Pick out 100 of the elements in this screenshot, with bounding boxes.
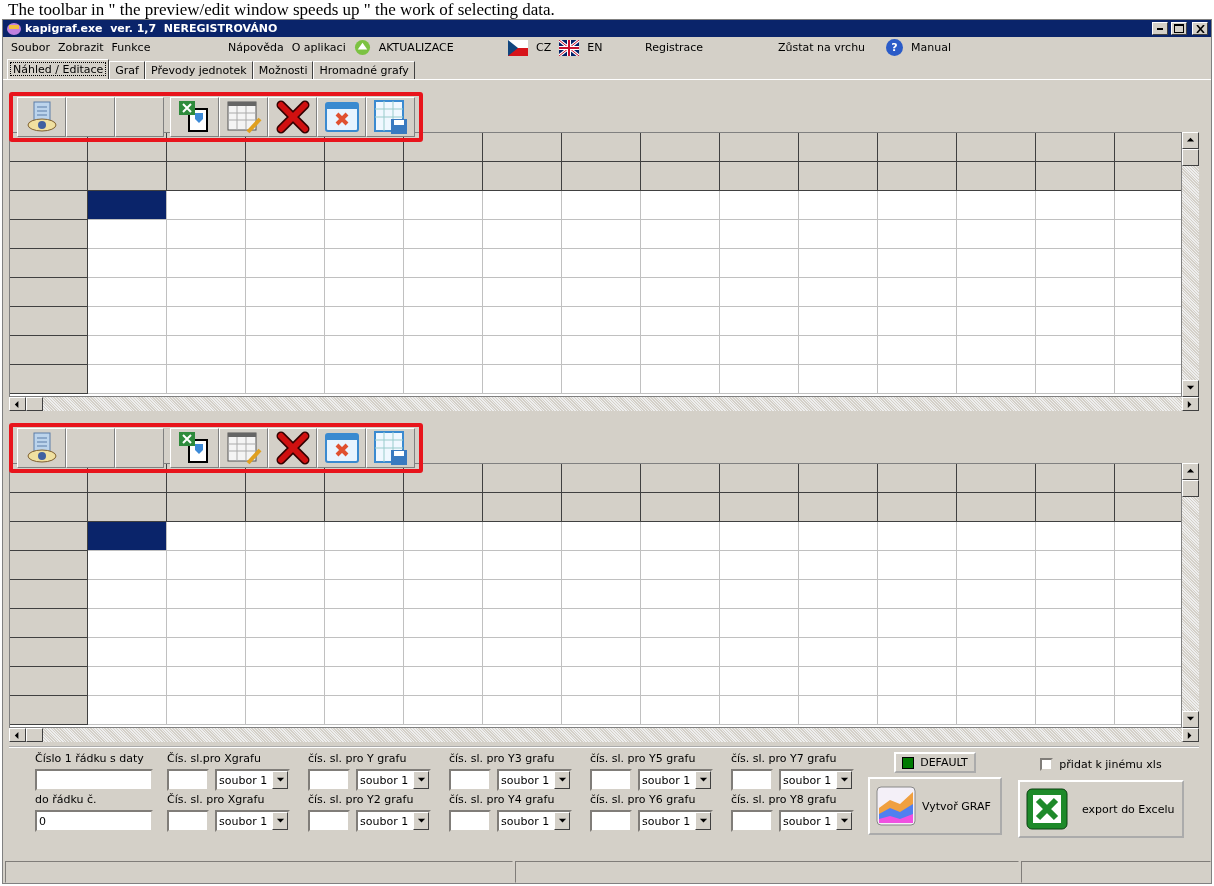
grid-cell[interactable] bbox=[562, 336, 641, 365]
grid-cell[interactable] bbox=[167, 522, 246, 551]
grid-cell[interactable] bbox=[1036, 365, 1115, 394]
grid-cell[interactable] bbox=[720, 667, 799, 696]
file-dropdown[interactable]: soubor 1 bbox=[779, 810, 854, 832]
grid-cell[interactable] bbox=[720, 522, 799, 551]
grid-cell[interactable] bbox=[1036, 696, 1115, 725]
tab[interactable]: Graf bbox=[109, 61, 145, 79]
grid-cell[interactable] bbox=[167, 696, 246, 725]
menu-item[interactable]: Registrace bbox=[645, 41, 704, 54]
grid-cell[interactable] bbox=[483, 307, 562, 336]
grid-cell[interactable] bbox=[1036, 609, 1115, 638]
grid-cell[interactable] bbox=[483, 551, 562, 580]
toolbar-button[interactable] bbox=[170, 97, 219, 137]
grid-cell[interactable] bbox=[1036, 551, 1115, 580]
grid-cell[interactable] bbox=[246, 580, 325, 609]
grid-cell[interactable] bbox=[404, 522, 483, 551]
grid-cell[interactable] bbox=[641, 191, 720, 220]
grid-cell[interactable] bbox=[799, 336, 878, 365]
grid-cell[interactable] bbox=[88, 336, 167, 365]
grid-cell[interactable] bbox=[88, 220, 167, 249]
scroll-down-button[interactable] bbox=[1182, 711, 1199, 728]
file-dropdown[interactable]: soubor 1 bbox=[638, 810, 713, 832]
grid-cell[interactable] bbox=[562, 667, 641, 696]
grid-cell[interactable] bbox=[246, 609, 325, 638]
grid-cell[interactable] bbox=[878, 220, 957, 249]
grid-cell[interactable] bbox=[799, 307, 878, 336]
scroll-thumb[interactable] bbox=[26, 397, 43, 411]
grid-cell[interactable] bbox=[1036, 307, 1115, 336]
grid-cell[interactable] bbox=[957, 307, 1036, 336]
grid-cell[interactable] bbox=[562, 249, 641, 278]
grid-cell[interactable] bbox=[167, 580, 246, 609]
grid-cell[interactable] bbox=[167, 191, 246, 220]
grid-cell[interactable] bbox=[878, 278, 957, 307]
input-field[interactable] bbox=[449, 769, 491, 791]
menu-item[interactable]: Soubor bbox=[11, 41, 50, 54]
grid-cell[interactable] bbox=[246, 307, 325, 336]
grid-cell[interactable] bbox=[799, 638, 878, 667]
grid-cell[interactable] bbox=[88, 638, 167, 667]
scroll-right-button[interactable] bbox=[1182, 728, 1199, 742]
grid-cell[interactable] bbox=[1036, 580, 1115, 609]
input-field[interactable] bbox=[449, 810, 491, 832]
scroll-up-button[interactable] bbox=[1182, 132, 1199, 149]
grid-cell[interactable] bbox=[957, 638, 1036, 667]
tab[interactable]: Náhled / Editace bbox=[7, 59, 110, 79]
grid-cell[interactable] bbox=[246, 278, 325, 307]
menu-item[interactable]: Zůstat na vrchu bbox=[778, 41, 866, 54]
grid-cell[interactable] bbox=[641, 638, 720, 667]
grid-cell[interactable] bbox=[720, 580, 799, 609]
grid-cell[interactable] bbox=[720, 307, 799, 336]
horizontal-scrollbar[interactable] bbox=[9, 728, 1199, 742]
grid-cell[interactable] bbox=[720, 696, 799, 725]
grid-cell[interactable] bbox=[167, 609, 246, 638]
file-dropdown[interactable]: soubor 1 bbox=[497, 769, 572, 791]
grid-cell[interactable] bbox=[404, 249, 483, 278]
maximize-button[interactable] bbox=[1171, 22, 1187, 35]
input-field[interactable] bbox=[731, 810, 773, 832]
grid-cell[interactable] bbox=[562, 307, 641, 336]
grid-cell[interactable] bbox=[483, 696, 562, 725]
grid-cell[interactable] bbox=[483, 667, 562, 696]
grid-cell[interactable] bbox=[641, 580, 720, 609]
scroll-thumb[interactable] bbox=[1182, 149, 1199, 166]
file-dropdown[interactable]: soubor 1 bbox=[215, 769, 290, 791]
grid-cell[interactable] bbox=[799, 667, 878, 696]
grid-cell[interactable] bbox=[246, 249, 325, 278]
grid-cell[interactable] bbox=[325, 609, 404, 638]
grid-cell[interactable] bbox=[878, 580, 957, 609]
grid-cell[interactable] bbox=[404, 278, 483, 307]
grid-cell[interactable] bbox=[957, 220, 1036, 249]
menu-item[interactable]: O aplikaci bbox=[291, 41, 346, 54]
grid-cell[interactable] bbox=[246, 522, 325, 551]
grid-cell[interactable] bbox=[404, 365, 483, 394]
grid-cell[interactable] bbox=[957, 551, 1036, 580]
grid-cell[interactable] bbox=[641, 336, 720, 365]
grid-cell[interactable] bbox=[562, 696, 641, 725]
grid-cell[interactable] bbox=[483, 191, 562, 220]
grid-cell[interactable] bbox=[720, 249, 799, 278]
input-field[interactable] bbox=[308, 810, 350, 832]
grid-cell[interactable] bbox=[404, 696, 483, 725]
horizontal-scrollbar[interactable] bbox=[9, 397, 1199, 411]
grid-cell[interactable] bbox=[878, 522, 957, 551]
file-dropdown[interactable]: soubor 1 bbox=[215, 810, 290, 832]
grid-cell[interactable] bbox=[88, 249, 167, 278]
grid-cell[interactable] bbox=[483, 522, 562, 551]
grid-cell[interactable] bbox=[641, 667, 720, 696]
menu-item[interactable]: AKTUALIZACE bbox=[378, 41, 454, 54]
grid-cell[interactable] bbox=[878, 609, 957, 638]
grid-cell[interactable] bbox=[799, 220, 878, 249]
grid-cell[interactable] bbox=[720, 191, 799, 220]
menu-item[interactable]: Manual bbox=[911, 41, 951, 54]
grid-cell[interactable] bbox=[246, 220, 325, 249]
grid-cell[interactable] bbox=[325, 580, 404, 609]
grid-cell[interactable] bbox=[799, 249, 878, 278]
grid-cell[interactable] bbox=[878, 696, 957, 725]
scroll-left-button[interactable] bbox=[9, 728, 26, 742]
grid-cell[interactable] bbox=[246, 365, 325, 394]
grid-cell[interactable] bbox=[325, 307, 404, 336]
grid-cell[interactable] bbox=[88, 522, 167, 551]
grid-cell[interactable] bbox=[799, 191, 878, 220]
grid-cell[interactable] bbox=[1036, 667, 1115, 696]
